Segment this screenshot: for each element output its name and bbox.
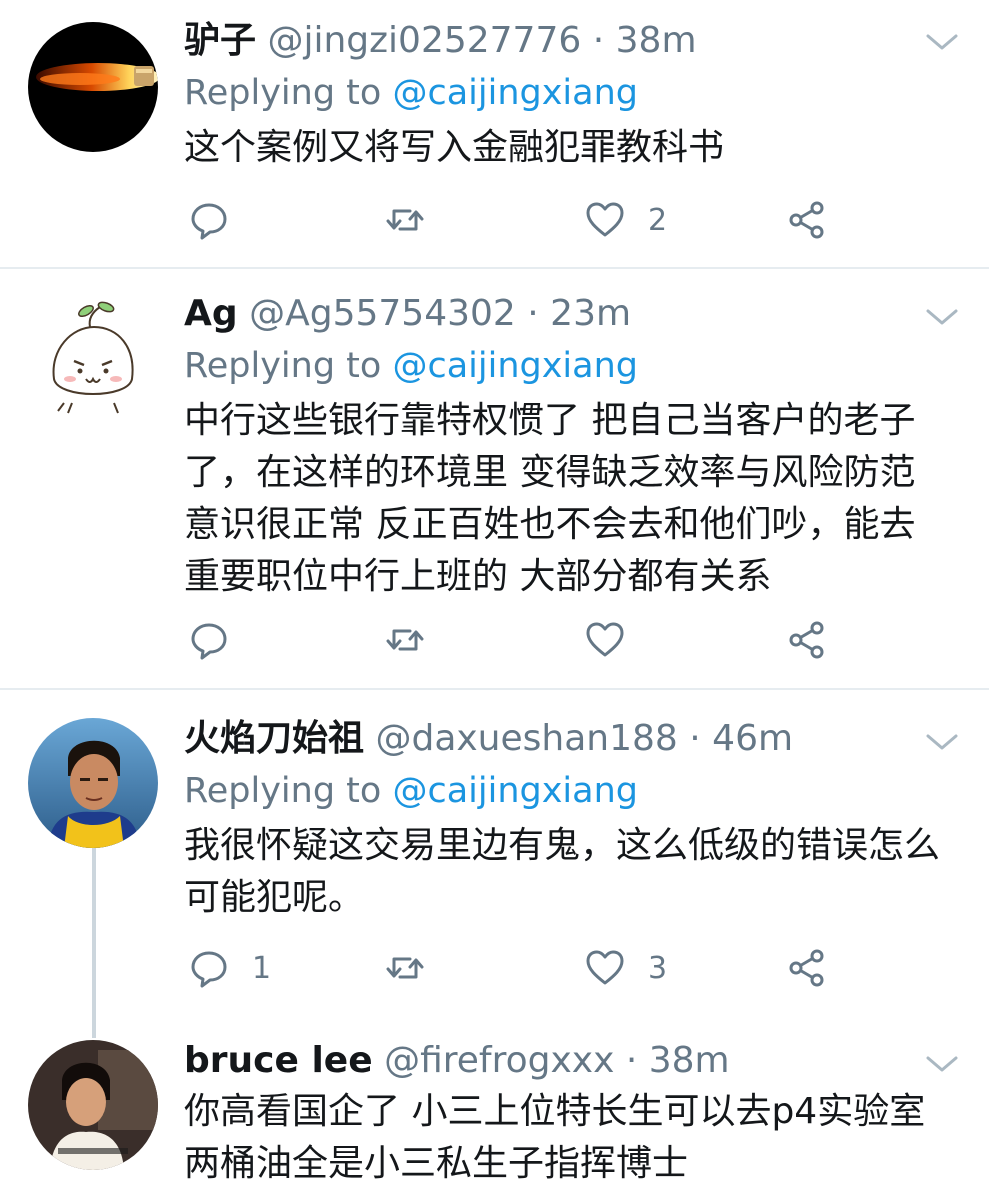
avatar-image <box>28 718 158 848</box>
replying-to: Replying to @caijingxiang <box>184 766 638 816</box>
timestamp[interactable]: 23m <box>550 293 631 334</box>
avatar[interactable] <box>28 299 158 429</box>
separator-dot: · <box>592 20 605 61</box>
retweet-icon <box>386 629 424 651</box>
like-button[interactable]: 3 <box>584 943 667 993</box>
timestamp[interactable]: 38m <box>649 1040 730 1081</box>
share-icon <box>789 621 824 659</box>
author-name[interactable]: 驴子 <box>184 20 256 61</box>
like-button[interactable] <box>584 615 648 665</box>
tweet-actions: 2 <box>184 195 884 245</box>
share-button[interactable] <box>786 943 828 993</box>
separator-dot: · <box>625 1040 638 1081</box>
mention-link[interactable]: @caijingxiang <box>392 346 638 386</box>
reply-icon <box>191 203 227 240</box>
author-handle[interactable]: @daxueshan188 <box>375 718 677 759</box>
heart-icon <box>586 202 624 237</box>
timestamp[interactable]: 38m <box>616 20 697 61</box>
like-button[interactable]: 2 <box>584 195 667 245</box>
tweet-1[interactable]: 驴子 @jingzi02527776 · 38m Replying to @ca… <box>0 0 989 268</box>
share-icon <box>789 201 824 239</box>
tweet-text: 你高看国企了 小三上位特长生可以去p4实验室 两桶油全是小三私生子指挥博士 <box>184 1086 964 1190</box>
tweet-actions <box>184 615 884 665</box>
timestamp[interactable]: 46m <box>712 718 793 759</box>
tweet-3[interactable]: 火焰刀始祖 @daxueshan188 · 46m Replying to @c… <box>0 690 989 1200</box>
avatar-image <box>28 22 158 152</box>
author-handle[interactable]: @firefrogxxx <box>384 1040 614 1081</box>
tweet-text-line: 我很怀疑这交易里边有鬼，这么低级的错误怎么 <box>184 825 941 866</box>
reply-button[interactable] <box>188 195 252 245</box>
reply-icon <box>191 951 227 988</box>
author-name[interactable]: Ag <box>184 293 238 334</box>
retweet-button[interactable] <box>384 615 448 665</box>
chevron-down-icon[interactable] <box>924 30 960 54</box>
separator-dot: · <box>527 293 539 334</box>
tweet-text-line: 了，在这样的环境里 变得缺乏效率与风险防范 <box>184 452 916 493</box>
avatar[interactable] <box>28 718 158 848</box>
author-handle[interactable]: @jingzi02527776 <box>267 20 581 61</box>
share-button[interactable] <box>786 195 828 245</box>
reply-icon <box>191 623 227 660</box>
avatar[interactable] <box>28 22 158 152</box>
tweet-text-line: 可能犯呢。 <box>184 877 365 918</box>
replying-to-label: Replying to <box>184 73 393 113</box>
share-icon <box>789 949 824 987</box>
replying-to-label: Replying to <box>184 346 393 386</box>
tweet-actions: 1 3 <box>184 943 884 993</box>
tweet-text: 我很怀疑这交易里边有鬼，这么低级的错误怎么 可能犯呢。 <box>184 820 964 924</box>
reply-button[interactable]: 1 <box>188 943 271 993</box>
mention-link[interactable]: @caijingxiang <box>392 73 638 113</box>
tweet-text-line: 这个案例又将写入金融犯罪教科书 <box>184 127 725 168</box>
avatar[interactable] <box>28 1040 158 1170</box>
tweet-text-line: 你高看国企了 小三上位特长生可以去p4实验室 <box>184 1091 926 1132</box>
heart-icon <box>586 622 624 657</box>
chevron-down-icon[interactable] <box>924 730 960 754</box>
retweet-button[interactable] <box>384 195 448 245</box>
chevron-down-icon[interactable] <box>924 1052 960 1076</box>
tweet-2[interactable]: Ag @Ag55754302 · 23m Replying to @caijin… <box>0 269 989 688</box>
chevron-down-icon[interactable] <box>924 305 960 329</box>
tweet-text-line: 中行这些银行靠特权惯了 把自己当客户的老子 <box>184 400 916 441</box>
like-count: 2 <box>648 202 668 238</box>
author-handle[interactable]: @Ag55754302 <box>249 293 516 334</box>
share-button[interactable] <box>786 615 828 665</box>
tweet-text-line: 两桶油全是小三私生子指挥博士 <box>184 1143 689 1184</box>
replying-to: Replying to @caijingxiang <box>184 341 638 391</box>
replying-to: Replying to @caijingxiang <box>184 68 638 118</box>
separator-dot: · <box>689 718 701 759</box>
thread-connector <box>92 848 96 1038</box>
avatar-image <box>28 299 158 429</box>
mention-link[interactable]: @caijingxiang <box>392 771 638 811</box>
avatar-image <box>28 1040 158 1170</box>
replying-to-label: Replying to <box>184 771 393 811</box>
author-name[interactable]: 火焰刀始祖 <box>184 718 364 759</box>
tweet-text: 中行这些银行靠特权惯了 把自己当客户的老子 了，在这样的环境里 变得缺乏效率与风… <box>184 395 964 603</box>
retweet-icon <box>386 957 424 979</box>
tweet-text: 这个案例又将写入金融犯罪教科书 <box>184 122 964 174</box>
reply-button[interactable] <box>188 615 252 665</box>
tweet-text-line: 意识很正常 反正百姓也不会去和他们吵，能去 <box>184 504 916 545</box>
author-name[interactable]: bruce lee <box>184 1040 373 1081</box>
like-count: 3 <box>648 950 668 986</box>
retweet-icon <box>386 209 424 231</box>
retweet-button[interactable] <box>384 943 448 993</box>
tweet-text-line: 重要职位中行上班的 大部分都有关系 <box>184 556 772 597</box>
heart-icon <box>586 950 624 985</box>
reply-count: 1 <box>252 950 272 986</box>
